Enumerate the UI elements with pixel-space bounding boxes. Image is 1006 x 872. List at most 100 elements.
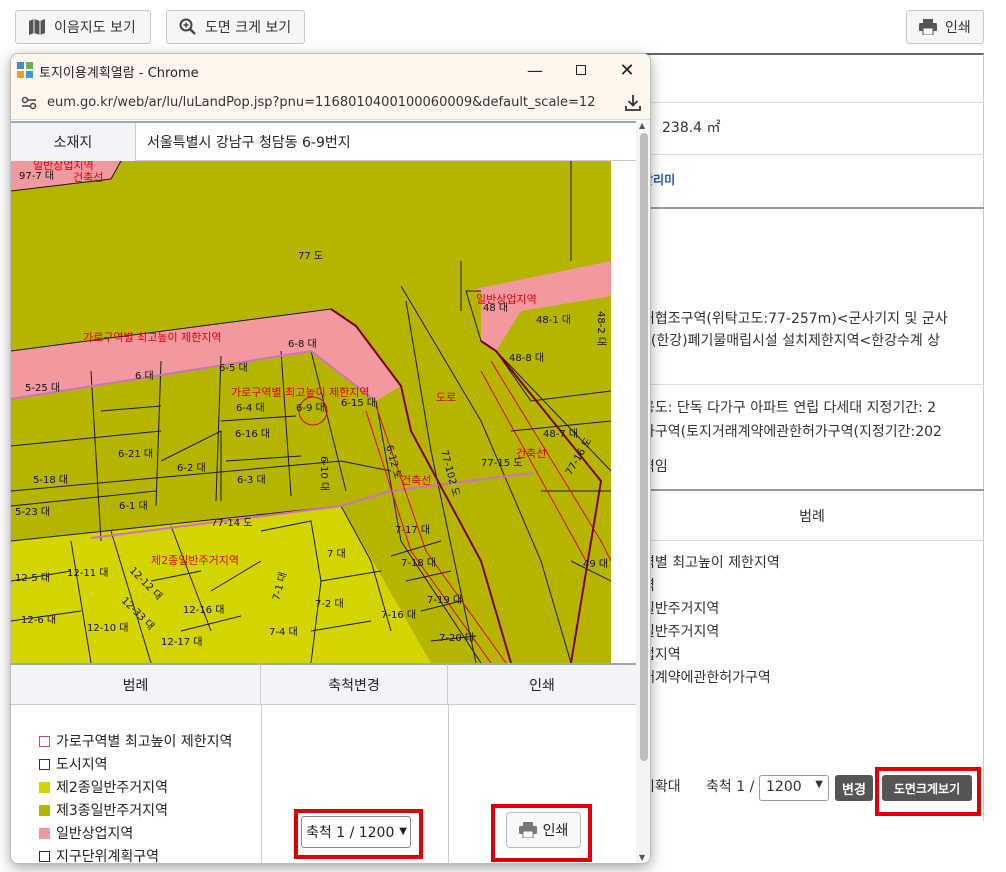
legend-swatch xyxy=(39,781,50,793)
parcel-label: 48-2 대 xyxy=(595,311,607,346)
parcel-label: 6-2 대 xyxy=(177,462,206,474)
print-header: 인쇄 xyxy=(448,663,636,705)
change-button[interactable]: 변경 xyxy=(835,775,873,801)
printer-icon xyxy=(919,19,937,35)
legend-label: 일반상업지역 xyxy=(56,826,134,842)
address-bar[interactable]: eum.go.kr/web/ar/lu/luLandPop.jsp?pnu=11… xyxy=(11,86,650,120)
scroll-up-icon[interactable]: ▲ xyxy=(639,121,645,130)
legend-header-bg: 범례 xyxy=(640,491,984,541)
parcel-label: 7 대 xyxy=(327,548,346,560)
minimize-icon: — xyxy=(527,60,543,80)
parcel-label: 5-23 대 xyxy=(15,506,50,518)
info-row-permits: 용도: 단독 다가구 아파트 연립 다세대 지정기간: 2 가구역(토지거래계약… xyxy=(640,385,984,491)
scrollbar-thumb[interactable] xyxy=(640,133,648,761)
legend-swatch xyxy=(39,758,50,770)
location-row: 소재지 서울특별시 강남구 청담동 6-9번지 xyxy=(11,121,636,161)
legend-item-bg: 일반주거지역 xyxy=(642,601,720,617)
map-label-top-left2: 건축선 xyxy=(73,171,103,184)
legend-item: 가로구역별 최고높이 제한지역 xyxy=(39,731,232,751)
parcel-label: 6-15 대 xyxy=(341,397,376,409)
parcel-label: 12-10 대 xyxy=(87,622,128,634)
popup-scrollbar[interactable]: ▲ ▼ xyxy=(636,121,650,863)
parcel-label: 77-15 도 xyxy=(481,458,522,469)
legend-item-bg: 역별 최고높이 제한지역 xyxy=(642,555,780,571)
info-row-link: 갈리미 xyxy=(640,155,984,209)
map-view-button[interactable]: 이음지도 보기 xyxy=(15,10,151,44)
large-view-label: 도면 크게 보기 xyxy=(205,20,292,36)
window-title: 토지이용계획열람 - Chrome xyxy=(39,66,199,81)
print-label-top: 인쇄 xyxy=(945,20,971,36)
parcel-label: 7-4 대 xyxy=(269,626,298,638)
maximize-icon xyxy=(576,65,586,75)
legend-label: 도시지역 xyxy=(56,757,108,773)
parcel-label: 77 도 xyxy=(298,251,323,262)
parcel-label: 12-5 대 xyxy=(15,572,50,584)
parcel-label: 48-7 대 xyxy=(543,428,578,440)
legend-swatch xyxy=(39,735,50,747)
legend-header-bg-label: 범례 xyxy=(799,508,825,525)
regulation-text-1: 거협조구역(위탁고도:77-257m)<군사기지 및 군사 xyxy=(642,311,948,327)
parcel-label: 7-19 대 xyxy=(427,594,462,606)
highlight-box-large-map xyxy=(875,767,981,816)
parcel-label: 6-16 대 xyxy=(235,428,270,440)
parcel-label: 6-8 대 xyxy=(288,338,317,350)
legend-item: 제3종일반주거지역 xyxy=(39,800,168,820)
parcel-label: 6-21 대 xyxy=(118,448,153,460)
map-label-building-line-1: 건축선 xyxy=(401,474,431,487)
popup-content: 소재지 서울특별시 강남구 청담동 6-9번지 가로구역별 최고높이 제한지역 … xyxy=(11,121,636,864)
scale-select-bg-value: 1200 xyxy=(766,779,802,795)
parcel-label: 6-9 대 xyxy=(296,402,325,414)
legend-label: 지구단위계획구역 xyxy=(56,849,160,864)
parcel-label: 7-17 대 xyxy=(395,524,430,536)
area-value: 238.4 ㎡ xyxy=(662,120,721,136)
permit-text-2: 가구역(토지거래계약에관한허가구역(지정기간:202 xyxy=(642,424,942,440)
scale-label-bg: 축척 1 / xyxy=(706,779,755,795)
large-view-button[interactable]: 도면 크게 보기 xyxy=(166,10,305,44)
parcel-label: 48-1 대 xyxy=(536,314,571,326)
parcel-label: 49 대 xyxy=(583,558,608,570)
close-icon: ✕ xyxy=(619,59,635,81)
parcel-label: 6-10 대 xyxy=(318,456,330,491)
site-settings-icon[interactable] xyxy=(21,96,37,110)
popup-window: 토지이용계획열람 - Chrome — ✕ eum.go.kr/web/ar/l… xyxy=(10,53,651,864)
maximize-button[interactable] xyxy=(558,54,604,86)
parcel-label: 7-20 대 xyxy=(439,632,474,644)
legend-label: 가로구역별 최고높이 제한지역 xyxy=(56,734,233,750)
parcel-label: 48-8 대 xyxy=(509,352,544,364)
map-label-road: 도로 xyxy=(436,391,456,404)
legend-swatch xyxy=(39,850,50,862)
parcel-label: 48 대 xyxy=(483,302,508,314)
legend-header: 범례 xyxy=(11,663,261,705)
download-icon[interactable] xyxy=(625,94,641,112)
scale-select-bg[interactable]: 1200 ▼ xyxy=(759,775,829,801)
highlight-box-scale xyxy=(294,809,423,859)
scale-header: 축척변경 xyxy=(261,663,448,705)
map-label-zone-limit-1: 가로구역별 최고높이 제한지역 xyxy=(83,331,222,344)
parcel-label: 7-16 대 xyxy=(381,609,416,621)
scroll-down-icon[interactable]: ▼ xyxy=(639,853,645,862)
map-view-label: 이음지도 보기 xyxy=(54,20,136,36)
parcel-label: 7-18 대 xyxy=(401,557,436,569)
highlight-box-print xyxy=(491,804,592,862)
parcel-label: 12-6 대 xyxy=(21,614,56,626)
close-button[interactable]: ✕ xyxy=(604,54,650,86)
change-button-label: 변경 xyxy=(842,782,866,798)
permit-text-1: 용도: 단독 다가구 아파트 연립 다세대 지정기간: 2 xyxy=(642,400,937,416)
app-logo-icon xyxy=(17,62,33,78)
url-text: eum.go.kr/web/ar/lu/luLandPop.jsp?pnu=11… xyxy=(47,95,595,110)
print-button-top[interactable]: 인쇄 xyxy=(906,10,984,44)
location-value: 서울특별시 강남구 청담동 6-9번지 xyxy=(147,135,351,151)
land-use-map[interactable]: 가로구역별 최고높이 제한지역 가로구역별 최고높이 제한지역 일반상업지역 도… xyxy=(11,161,611,663)
legend-item: 지구단위계획구역 xyxy=(39,846,160,864)
legend-item-bg: 일반주거지역 xyxy=(642,624,720,640)
zoom-in-icon xyxy=(179,18,196,35)
legend-item-bg: 래계약에관한허가구역 xyxy=(642,670,771,686)
parcel-label: 6-1 대 xyxy=(119,500,148,512)
map-canvas[interactable]: 가로구역별 최고높이 제한지역 가로구역별 최고높이 제한지역 일반상업지역 도… xyxy=(11,161,611,663)
location-label: 소재지 xyxy=(11,123,136,161)
map-icon xyxy=(29,19,45,35)
parcel-label: 6-3 대 xyxy=(237,474,266,486)
map-label-second-res: 제2종일반주거지역 xyxy=(151,553,239,567)
parcel-label: 6 대 xyxy=(135,370,154,382)
minimize-button[interactable]: — xyxy=(512,54,558,86)
